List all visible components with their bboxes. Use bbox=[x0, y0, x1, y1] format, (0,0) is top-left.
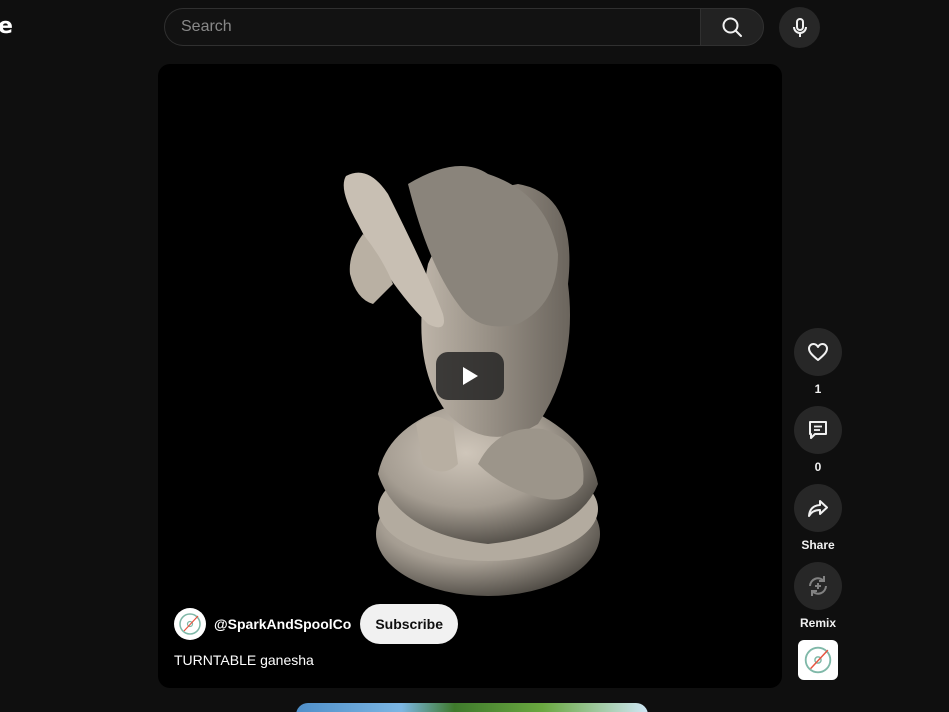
search-bar bbox=[164, 8, 700, 46]
comment-action: 0 bbox=[794, 406, 842, 474]
like-count: 1 bbox=[814, 382, 822, 396]
video-player[interactable]: @SparkAndSpoolCo Subscribe TURNTABLE gan… bbox=[158, 64, 782, 688]
search-button[interactable] bbox=[700, 8, 764, 46]
site-logo[interactable]: e bbox=[0, 14, 13, 39]
comment-icon bbox=[809, 421, 827, 439]
share-label: Share bbox=[801, 538, 835, 552]
like-button[interactable] bbox=[794, 328, 842, 376]
share-arrow-icon bbox=[808, 500, 828, 517]
shorts-page: e Search @SparkAndSpoolCo Subscribe TURN… bbox=[0, 0, 949, 712]
comment-count: 0 bbox=[814, 460, 822, 474]
play-icon bbox=[463, 367, 478, 385]
like-action: 1 bbox=[794, 328, 842, 396]
mic-icon bbox=[792, 17, 807, 37]
video-title[interactable]: TURNTABLE ganesha bbox=[174, 652, 314, 668]
subscribe-button[interactable]: Subscribe bbox=[360, 604, 459, 644]
channel-name[interactable]: @SparkAndSpoolCo bbox=[214, 616, 351, 632]
heart-icon bbox=[808, 343, 828, 361]
channel-logo-icon bbox=[179, 613, 201, 635]
channel-avatar[interactable] bbox=[174, 608, 206, 640]
remix-action: Remix bbox=[794, 562, 842, 630]
play-button[interactable] bbox=[436, 352, 504, 400]
sound-thumbnail[interactable] bbox=[798, 640, 838, 680]
remix-button[interactable] bbox=[794, 562, 842, 610]
remix-label: Remix bbox=[799, 616, 837, 630]
channel-info: @SparkAndSpoolCo Subscribe bbox=[174, 604, 459, 644]
voice-search-button[interactable] bbox=[779, 7, 820, 48]
search-input[interactable] bbox=[165, 9, 700, 45]
next-video-thumbnail[interactable] bbox=[296, 703, 648, 712]
comment-button[interactable] bbox=[794, 406, 842, 454]
share-action: Share bbox=[794, 484, 842, 552]
share-button[interactable] bbox=[794, 484, 842, 532]
search-icon bbox=[722, 17, 742, 37]
channel-logo-icon bbox=[804, 646, 832, 674]
remix-icon bbox=[809, 576, 827, 596]
